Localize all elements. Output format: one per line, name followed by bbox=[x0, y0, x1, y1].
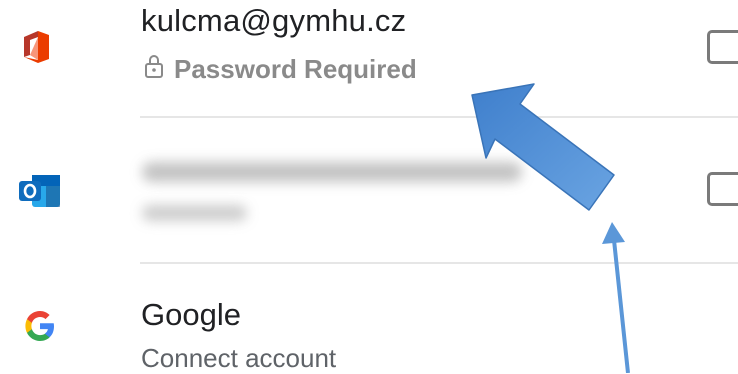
account-email: kulcma@gymhu.cz bbox=[141, 3, 407, 38]
account-row-google[interactable] bbox=[0, 263, 738, 373]
account-row-office[interactable]: kulcma@gymhu.cz Password Required bbox=[0, 0, 738, 117]
blurred-email bbox=[142, 162, 522, 182]
blurred-status bbox=[142, 205, 247, 221]
lock-icon bbox=[144, 54, 164, 85]
account-checkbox[interactable] bbox=[707, 172, 738, 206]
google-icon bbox=[24, 310, 56, 347]
account-checkbox[interactable] bbox=[707, 30, 738, 64]
outlook-icon bbox=[18, 173, 62, 214]
password-required-label: Password Required bbox=[174, 54, 417, 84]
office-icon bbox=[22, 30, 50, 69]
connect-account-link[interactable]: Connect account bbox=[141, 343, 336, 374]
account-status: Password Required bbox=[144, 54, 417, 85]
google-title: Google bbox=[141, 297, 241, 332]
account-row-outlook[interactable] bbox=[0, 118, 738, 262]
